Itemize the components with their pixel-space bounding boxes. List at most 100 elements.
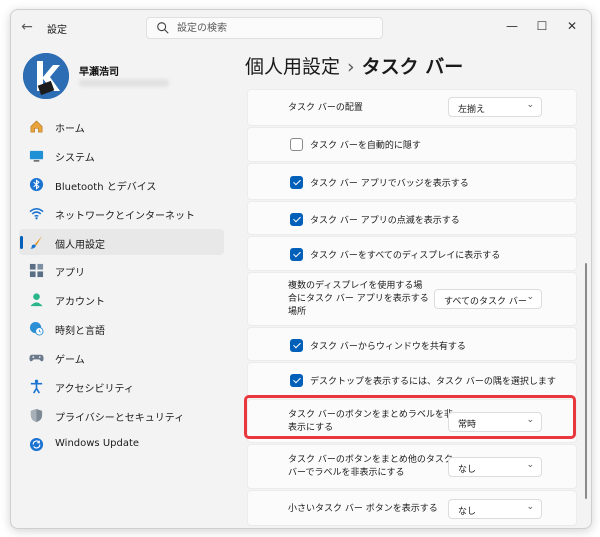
setting-row-small-buttons: 小さいタスク バー ボタンを表示する なし ⌄ — [247, 490, 577, 526]
setting-label-line-2: バーでラベルを非表示にする — [288, 468, 405, 478]
system-icon — [29, 150, 44, 162]
minimize-icon[interactable]: — — [504, 18, 520, 34]
sidebar-item-gaming[interactable]: ゲーム — [19, 344, 224, 370]
sidebar-item-label: 個人用設定 — [55, 239, 105, 251]
badges-checkbox[interactable] — [290, 176, 303, 189]
sidebar-item-label: ゲーム — [55, 355, 85, 367]
setting-row-flashing[interactable]: タスク バー アプリの点滅を表示する — [247, 201, 577, 235]
setting-label: デスクトップを表示するには、タスク バーの隅を選択します — [310, 377, 556, 387]
setting-row-combine-other: タスク バーのボタンをまとめ他のタスク バーでラベルを非表示にする なし ⌄ — [247, 444, 577, 489]
page-title: 個人用設定 › タスク バー — [245, 52, 463, 79]
avatar-logo-icon — [23, 53, 69, 99]
setting-label: 小さいタスク バー ボタンを表示する — [288, 504, 438, 514]
breadcrumb-parent[interactable]: 個人用設定 — [245, 56, 340, 78]
gamepad-icon — [29, 354, 44, 362]
breadcrumb-current: タスク バー — [361, 56, 464, 78]
shield-icon — [30, 408, 43, 422]
sidebar-item-label: ホーム — [55, 124, 85, 135]
small-buttons-dropdown[interactable]: なし ⌄ — [448, 499, 542, 519]
back-arrow-icon[interactable]: ← — [19, 19, 35, 35]
combine-other-dropdown[interactable]: なし ⌄ — [448, 457, 542, 477]
sidebar-item-label: アクセシビリティ — [55, 384, 134, 396]
title-bar: ← 設定 — ☐ ✕ — [11, 10, 591, 44]
globe-clock-icon — [29, 322, 44, 336]
setting-label: タスク バーの配置 — [288, 103, 363, 113]
setting-row-autohide[interactable]: タスク バーを自動的に隠す — [247, 127, 577, 162]
chevron-down-icon: ⌄ — [526, 292, 534, 302]
sidebar-item-time-language[interactable]: 時刻と言語 — [19, 315, 224, 341]
update-icon — [29, 437, 44, 451]
setting-label: タスク バー アプリでバッジを表示する — [310, 179, 469, 189]
sidebar-item-label: プライバシーとセキュリティ — [55, 412, 185, 424]
settings-window: ← 設定 — ☐ ✕ 早瀬浩司 ホーム システム Bluetooth とデバイス — [10, 9, 592, 529]
wifi-icon — [29, 207, 44, 219]
sidebar-item-label: アカウント — [55, 297, 105, 309]
search-icon — [157, 22, 169, 34]
all-displays-checkbox[interactable] — [290, 248, 303, 261]
sidebar-item-label: システム — [55, 152, 95, 164]
dropdown-value: なし — [458, 507, 477, 517]
dropdown-value: なし — [458, 465, 477, 475]
sidebar-item-windows-update[interactable]: Windows Update — [19, 431, 224, 457]
sidebar-item-label: アプリ — [55, 268, 85, 280]
highlight-box — [244, 395, 576, 439]
sidebar-item-label: Windows Update — [55, 437, 140, 449]
flashing-checkbox[interactable] — [290, 213, 303, 226]
active-indicator — [20, 235, 23, 249]
search-input[interactable] — [177, 21, 372, 35]
sidebar-item-label: 時刻と言語 — [55, 326, 105, 338]
setting-label-line-1: タスク バーのボタンをまとめ他のタスク — [288, 455, 453, 465]
setting-label-line-1: 複数のディスプレイを使用する場 — [288, 281, 423, 291]
scrollbar[interactable] — [585, 263, 587, 499]
alignment-dropdown[interactable]: 左揃え ⌄ — [448, 97, 542, 117]
sidebar-item-system[interactable]: システム — [19, 142, 224, 168]
sidebar-item-label: Bluetooth とデバイス — [55, 181, 157, 193]
sidebar-item-label: ネットワークとインターネット — [55, 210, 195, 222]
avatar[interactable] — [23, 53, 69, 99]
setting-row-all-displays[interactable]: タスク バーをすべてのディスプレイに表示する — [247, 236, 577, 271]
sidebar-item-home[interactable]: ホーム — [19, 113, 224, 139]
dropdown-value: すべてのタスク バー — [444, 297, 527, 307]
setting-label: タスク バーからウィンドウを共有する — [310, 342, 466, 352]
bluetooth-icon — [29, 177, 44, 191]
chevron-down-icon: ⌄ — [526, 502, 534, 512]
sidebar-item-network[interactable]: ネットワークとインターネット — [19, 200, 224, 226]
sidebar-nav: ホーム システム Bluetooth とデバイス ネットワークとインターネット … — [19, 113, 224, 460]
search-box[interactable] — [146, 17, 383, 39]
setting-row-multi-display: 複数のディスプレイを使用する場 合にタスク バー アプリを表示する 場所 すべて… — [247, 272, 577, 326]
far-corner-checkbox[interactable] — [290, 374, 303, 387]
user-email-redacted — [79, 79, 169, 87]
breadcrumb-separator: › — [347, 56, 355, 78]
close-icon[interactable]: ✕ — [564, 18, 580, 34]
autohide-checkbox[interactable] — [290, 138, 303, 151]
sidebar-item-apps[interactable]: アプリ — [19, 257, 224, 283]
maximize-icon[interactable]: ☐ — [534, 18, 550, 34]
setting-row-badges[interactable]: タスク バー アプリでバッジを表示する — [247, 163, 577, 200]
chevron-down-icon: ⌄ — [526, 100, 534, 110]
brush-icon — [30, 235, 43, 249]
home-icon — [30, 120, 43, 133]
sidebar-item-personalization[interactable]: 個人用設定 — [19, 228, 224, 255]
sidebar-item-accessibility[interactable]: アクセシビリティ — [19, 373, 224, 399]
chevron-down-icon: ⌄ — [526, 460, 534, 470]
app-title: 設定 — [47, 25, 67, 36]
setting-label: タスク バー アプリの点滅を表示する — [310, 216, 460, 226]
apps-icon — [29, 264, 44, 278]
setting-label: タスク バーをすべてのディスプレイに表示する — [310, 251, 501, 261]
setting-row-share-window[interactable]: タスク バーからウィンドウを共有する — [247, 327, 577, 361]
sidebar-item-privacy[interactable]: プライバシーとセキュリティ — [19, 402, 224, 428]
sidebar-item-bluetooth[interactable]: Bluetooth とデバイス — [19, 171, 224, 197]
setting-label-line-3: 場所 — [288, 307, 307, 317]
setting-row-far-corner[interactable]: デスクトップを表示するには、タスク バーの隅を選択します — [247, 362, 577, 398]
user-name: 早瀬浩司 — [79, 67, 119, 78]
sidebar-item-accounts[interactable]: アカウント — [19, 286, 224, 312]
settings-panel: タスク バーの配置 左揃え ⌄ タスク バーを自動的に隠す タスク バー アプリで… — [245, 89, 580, 528]
setting-label: タスク バーを自動的に隠す — [310, 141, 421, 151]
accessibility-icon — [30, 379, 43, 394]
setting-row-alignment: タスク バーの配置 左揃え ⌄ — [247, 89, 577, 126]
multi-display-dropdown[interactable]: すべてのタスク バー ⌄ — [434, 289, 542, 309]
account-icon — [30, 293, 43, 307]
share-window-checkbox[interactable] — [290, 339, 303, 352]
setting-label-line-2: 合にタスク バー アプリを表示する — [288, 294, 429, 304]
dropdown-value: 左揃え — [458, 105, 486, 115]
